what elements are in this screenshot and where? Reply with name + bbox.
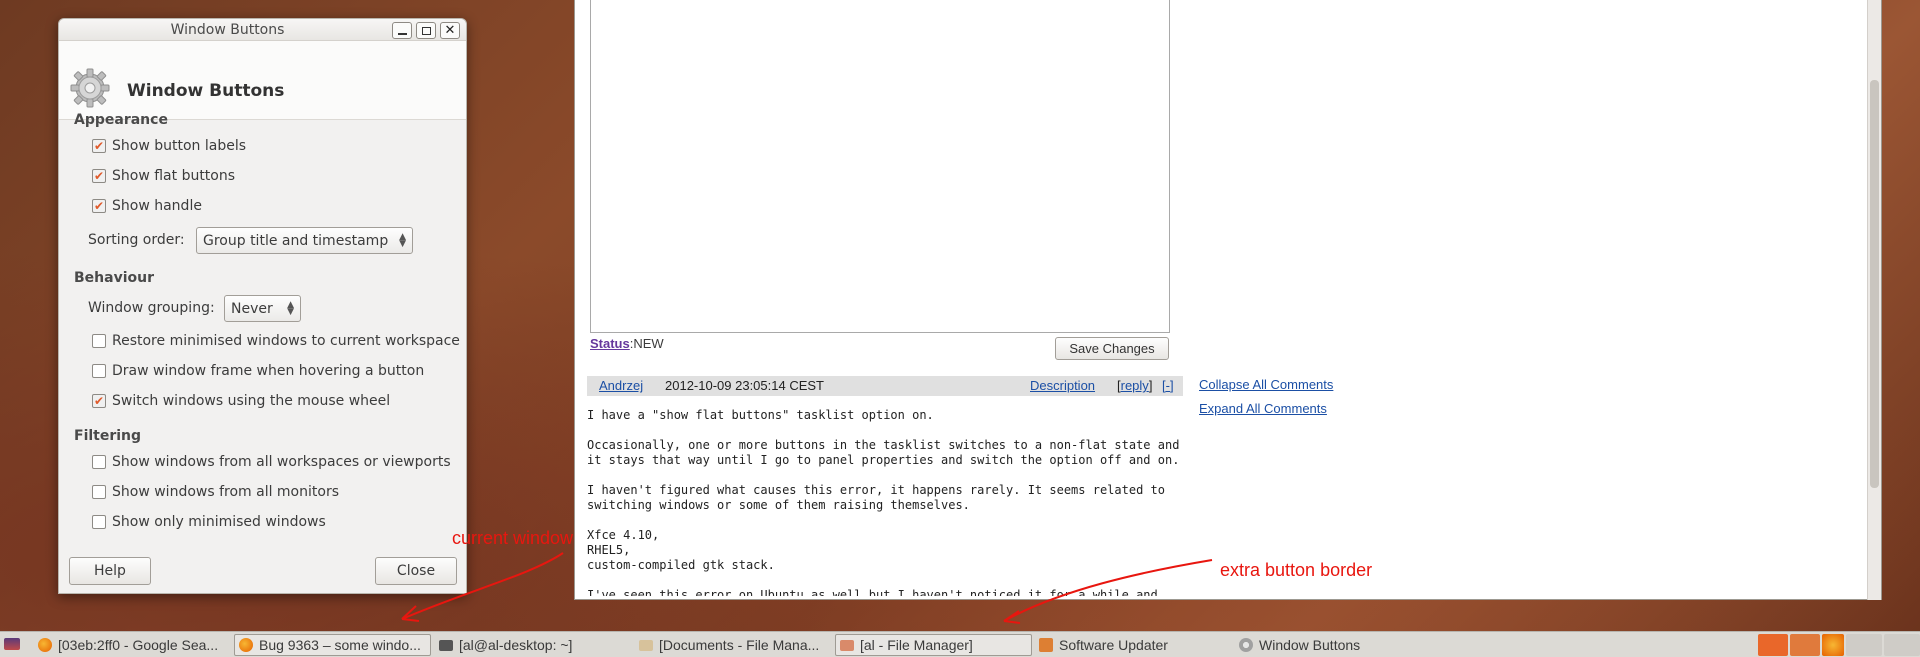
annotation-arrows: [401, 552, 1213, 624]
workspace-switcher-icon[interactable]: [1790, 634, 1820, 656]
folder-icon: [639, 639, 653, 651]
firefox-icon[interactable]: [1822, 634, 1844, 656]
terminal-icon: [439, 639, 453, 651]
taskbar-button-al-file-manager[interactable]: [al - File Manager]: [835, 634, 1032, 656]
system-tray: [1758, 634, 1920, 656]
task-label: Bug 9363 – some windo...: [259, 637, 421, 653]
firefox-icon: [239, 638, 253, 652]
taskbar-button-google-search[interactable]: [03eb:2ff0 - Google Sea...: [34, 634, 230, 656]
workspace-switcher-icon[interactable]: [1758, 634, 1788, 656]
task-label: [03eb:2ff0 - Google Sea...: [58, 637, 219, 653]
extra-border-arrow: [1003, 559, 1213, 622]
gear-icon: [1239, 638, 1253, 652]
applications-menu-icon[interactable]: [4, 638, 20, 650]
task-label: [al - File Manager]: [860, 637, 973, 653]
task-label: [al@al-desktop: ~]: [459, 637, 573, 653]
task-label: Software Updater: [1059, 637, 1168, 653]
taskbar-button-documents-file-manager[interactable]: [Documents - File Mana...: [635, 634, 831, 656]
task-label: Window Buttons: [1259, 637, 1361, 653]
taskbar: [03eb:2ff0 - Google Sea... Bug 9363 – so…: [0, 631, 1920, 657]
current-window-arrow: [401, 552, 564, 620]
workspace-tile[interactable]: [1846, 634, 1882, 656]
taskbar-button-bug-9363[interactable]: Bug 9363 – some windo...: [234, 634, 431, 656]
task-label: [Documents - File Mana...: [659, 637, 820, 653]
taskbar-button-terminal[interactable]: [al@al-desktop: ~]: [435, 634, 631, 656]
taskbar-button-window-buttons[interactable]: Window Buttons: [1235, 634, 1431, 656]
workspace-tile[interactable]: [1884, 634, 1920, 656]
firefox-icon: [38, 638, 52, 652]
updater-icon: [1039, 638, 1053, 652]
folder-home-icon: [840, 639, 854, 651]
taskbar-button-software-updater[interactable]: Software Updater: [1035, 634, 1231, 656]
